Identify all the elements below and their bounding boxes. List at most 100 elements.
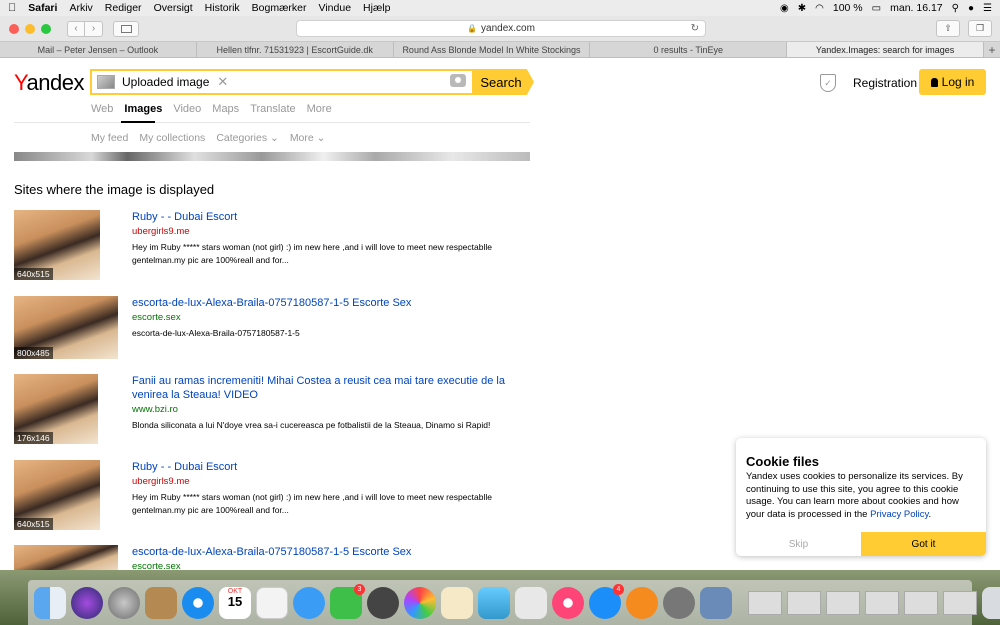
tab-yandex-images[interactable]: Yandex.Images: search for images <box>787 42 984 57</box>
user-icon[interactable]: ● <box>968 3 974 14</box>
bluetooth-icon[interactable]: ✱ <box>798 3 806 14</box>
photo-booth-icon[interactable] <box>367 586 399 619</box>
service-web[interactable]: Web <box>91 103 113 115</box>
trash-icon[interactable] <box>982 586 1000 619</box>
calendar-icon[interactable]: OKT 15 <box>219 586 251 619</box>
my-feed-link[interactable]: My feed <box>91 132 128 144</box>
system-preferences-icon[interactable] <box>663 586 695 619</box>
media-icon[interactable]: ◉ <box>780 3 789 14</box>
pages-icon[interactable] <box>441 586 473 619</box>
camera-icon[interactable] <box>450 74 466 87</box>
share-button[interactable]: ⇧ <box>936 20 960 37</box>
search-input[interactable]: Uploaded image ✕ <box>90 69 474 95</box>
menu-historik[interactable]: Historik <box>205 2 240 14</box>
menu-safari[interactable]: Safari <box>28 2 57 14</box>
result-domain[interactable]: escorte.sex <box>132 311 532 325</box>
minimized-window[interactable] <box>943 590 977 615</box>
menu-oversigt[interactable]: Oversigt <box>154 2 193 14</box>
back-button[interactable]: ‹ <box>67 20 85 37</box>
similar-images-strip[interactable] <box>14 152 530 161</box>
more-dropdown[interactable]: More ⌄ <box>290 132 326 144</box>
result-title-link[interactable]: escorta-de-lux-Alexa-Braila-0757180587-1… <box>132 545 532 559</box>
numbers-icon[interactable] <box>478 586 510 619</box>
messages-icon[interactable] <box>293 586 325 619</box>
photos-icon[interactable] <box>404 586 436 619</box>
sidebar-toggle-button[interactable] <box>113 20 139 37</box>
result-domain[interactable]: ubergirls9.me <box>132 475 532 489</box>
minimized-window[interactable] <box>904 590 938 615</box>
login-button[interactable]: Log in <box>919 69 986 95</box>
result-domain[interactable]: www.bzi.ro <box>132 403 532 417</box>
minimized-window[interactable] <box>787 590 821 615</box>
result-title-link[interactable]: Fanii au ramas incremeniti! Mihai Costea… <box>132 374 532 402</box>
minimized-window[interactable] <box>748 590 782 615</box>
contacts-icon[interactable] <box>145 586 177 619</box>
shield-icon[interactable]: ✓ <box>820 74 836 92</box>
maps-icon[interactable] <box>256 586 288 619</box>
result-title-link[interactable]: Ruby - - Dubai Escort <box>132 460 532 474</box>
skip-button[interactable]: Skip <box>736 532 861 556</box>
menu-rediger[interactable]: Rediger <box>105 2 142 14</box>
tab-escortguide[interactable]: Hellen tlfnr. 71531923 | EscortGuide.dk <box>197 42 394 57</box>
minimized-window[interactable] <box>865 590 899 615</box>
cookie-dialog: Cookie files Yandex uses cookies to pers… <box>736 438 986 556</box>
result-thumbnail[interactable]: 800x485 <box>14 296 118 359</box>
result-title-link[interactable]: escorta-de-lux-Alexa-Braila-0757180587-1… <box>132 296 532 310</box>
app-store-icon[interactable]: 4 <box>589 583 624 619</box>
battery-icon[interactable]: ▭ <box>872 3 881 14</box>
result-title-link[interactable]: Ruby - - Dubai Escort <box>132 210 532 224</box>
service-maps[interactable]: Maps <box>212 103 239 115</box>
clock[interactable]: man. 16.17 <box>890 2 943 14</box>
keynote-icon[interactable] <box>515 586 547 619</box>
itunes-icon[interactable] <box>552 586 584 619</box>
siri-icon[interactable] <box>71 586 103 619</box>
battery-percent[interactable]: 100 % <box>833 2 863 14</box>
result-thumbnail[interactable]: 640x515 <box>14 210 100 280</box>
menu-hjaelp[interactable]: Hjælp <box>363 2 390 14</box>
result-thumbnail[interactable] <box>14 545 118 570</box>
search-button[interactable]: Search <box>474 69 534 95</box>
service-images[interactable]: Images <box>124 103 162 115</box>
menu-list-icon[interactable]: ☰ <box>983 3 992 14</box>
new-tab-button[interactable]: + <box>984 42 1000 57</box>
finder-icon[interactable] <box>34 586 66 619</box>
minimize-window-button[interactable] <box>25 23 35 34</box>
menu-bogmaerker[interactable]: Bogmærker <box>252 2 307 14</box>
my-collections-link[interactable]: My collections <box>139 132 205 144</box>
preview-icon[interactable] <box>700 586 732 619</box>
books-icon[interactable] <box>626 586 658 619</box>
image-size-badge: 640x515 <box>14 268 53 280</box>
tab-round-ass[interactable]: Round Ass Blonde Model In White Stocking… <box>394 42 591 57</box>
result-thumbnail[interactable]: 176x146 <box>14 374 98 444</box>
facetime-icon[interactable]: 3 <box>330 583 365 619</box>
menu-arkiv[interactable]: Arkiv <box>69 2 92 14</box>
menu-vindue[interactable]: Vindue <box>319 2 352 14</box>
yandex-logo[interactable]: Yandex <box>14 70 85 96</box>
tab-overview-button[interactable]: ❐ <box>968 20 992 37</box>
safari-icon[interactable] <box>182 586 214 619</box>
address-bar[interactable]: 🔒 yandex.com ↻ <box>296 20 706 37</box>
registration-link[interactable]: Registration <box>853 76 917 90</box>
service-more[interactable]: More <box>307 103 332 115</box>
clear-icon[interactable]: ✕ <box>217 74 228 90</box>
result-domain[interactable]: escorte.sex <box>132 560 532 570</box>
service-video[interactable]: Video <box>173 103 201 115</box>
got-it-button[interactable]: Got it <box>861 532 986 556</box>
service-translate[interactable]: Translate <box>250 103 295 115</box>
tab-outlook[interactable]: Mail – Peter Jensen – Outlook <box>0 42 197 57</box>
reload-icon[interactable]: ↻ <box>691 23 699 34</box>
close-window-button[interactable] <box>9 23 19 34</box>
minimized-window[interactable] <box>826 590 860 615</box>
wifi-icon[interactable]: ◠ <box>815 3 824 14</box>
result-domain[interactable]: ubergirls9.me <box>132 225 532 239</box>
categories-dropdown[interactable]: Categories ⌄ <box>216 132 279 144</box>
privacy-policy-link[interactable]: Privacy Policy <box>870 509 928 520</box>
zoom-window-button[interactable] <box>41 23 51 34</box>
launchpad-icon[interactable] <box>108 586 140 619</box>
forward-button[interactable]: › <box>85 20 103 37</box>
apple-icon[interactable]:  <box>8 2 16 14</box>
result-thumbnail[interactable]: 640x515 <box>14 460 100 530</box>
spotlight-icon[interactable]: ⚲ <box>952 3 959 14</box>
tab-tineye[interactable]: 0 results - TinEye <box>590 42 788 57</box>
login-label: Log in <box>941 75 975 89</box>
